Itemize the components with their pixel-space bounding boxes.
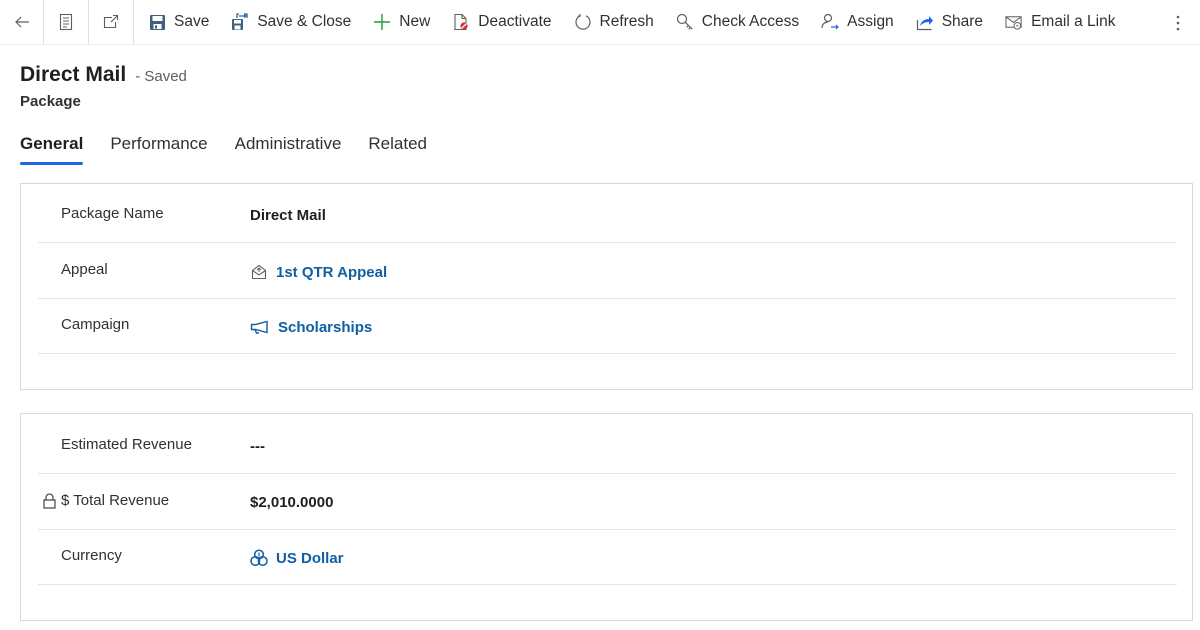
field-campaign: Campaign Scholarships [38, 298, 1177, 354]
back-button[interactable] [0, 0, 44, 45]
appeal-envelope-icon [251, 264, 267, 280]
form-tabs: General Performance Administrative Relat… [20, 134, 454, 165]
campaign-lookup[interactable]: Scholarships [250, 318, 372, 336]
email-a-link-label: Email a Link [1031, 13, 1116, 30]
currency-icon [250, 549, 268, 567]
deactivate-icon [454, 13, 468, 31]
campaign-megaphone-icon [250, 320, 268, 334]
tab-performance[interactable]: Performance [110, 134, 207, 164]
estimated-revenue-input[interactable]: --- [250, 438, 265, 455]
check-access-label: Check Access [701, 13, 800, 30]
email-link-icon [1005, 16, 1022, 30]
refresh-label: Refresh [599, 13, 654, 30]
currency-lookup[interactable]: US Dollar [250, 549, 344, 567]
field-estimated-revenue: Estimated Revenue --- [38, 418, 1177, 474]
save-and-close-label: Save & Close [257, 13, 352, 30]
more-commands-button[interactable] [1166, 0, 1190, 45]
tab-related[interactable]: Related [368, 134, 427, 164]
field-label: Campaign [61, 316, 130, 333]
field-label: Package Name [61, 205, 164, 222]
field-label: Appeal [61, 261, 108, 278]
total-revenue-label: $ Total Revenue [61, 492, 170, 509]
total-revenue-value: $2,010.0000 [250, 494, 334, 511]
general-section: Package Name Direct Mail Appeal 1st QTR … [20, 183, 1193, 390]
form-view-button[interactable] [44, 0, 89, 45]
key-icon [676, 13, 693, 30]
refresh-icon [574, 14, 591, 30]
assign-icon [821, 13, 840, 30]
email-a-link-button[interactable]: Email a Link [994, 0, 1126, 45]
campaign-link[interactable]: Scholarships [278, 319, 372, 336]
appeal-lookup[interactable]: 1st QTR Appeal [250, 263, 387, 281]
check-access-button[interactable]: Check Access [665, 0, 810, 45]
field-package-name: Package Name Direct Mail [38, 187, 1177, 243]
field-appeal: Appeal 1st QTR Appeal [38, 243, 1177, 299]
new-button[interactable]: New [362, 0, 441, 45]
open-in-new-window-icon [103, 14, 119, 29]
field-label: Estimated Revenue [61, 436, 192, 453]
share-button[interactable]: Share [905, 0, 994, 45]
tab-administrative[interactable]: Administrative [235, 134, 342, 164]
refresh-button[interactable]: Refresh [563, 0, 665, 45]
share-label: Share [941, 13, 984, 30]
back-arrow-icon [14, 16, 29, 28]
field-total-revenue: $ Total Revenue $2,010.0000 [38, 474, 1177, 530]
save-label: Save [174, 13, 210, 30]
command-bar: Save Save & Close New Deactivate Refresh… [0, 0, 1200, 45]
revenue-section: Estimated Revenue --- $ Total Revenue $2… [20, 413, 1193, 621]
more-vertical-icon [1176, 15, 1180, 30]
assign-button[interactable]: Assign [810, 0, 905, 45]
form-icon [59, 13, 73, 31]
appeal-link[interactable]: 1st QTR Appeal [276, 264, 387, 281]
deactivate-button[interactable]: Deactivate [441, 0, 562, 45]
field-label: Currency [61, 547, 122, 564]
record-title: Direct Mail [20, 63, 127, 86]
field-currency: Currency US Dollar [38, 529, 1177, 585]
save-icon [149, 14, 165, 30]
plus-icon [374, 14, 391, 30]
share-icon [916, 16, 933, 31]
record-header: Direct Mail - Saved [20, 63, 187, 87]
entity-name: Package [20, 93, 81, 110]
pop-out-button[interactable] [89, 0, 134, 45]
lock-icon [43, 492, 56, 509]
save-status: - Saved [135, 68, 187, 85]
save-and-close-icon [232, 13, 248, 30]
save-and-close-button[interactable]: Save & Close [220, 0, 362, 45]
currency-link[interactable]: US Dollar [276, 550, 344, 567]
deactivate-label: Deactivate [478, 13, 552, 30]
package-name-input[interactable]: Direct Mail [250, 207, 326, 224]
field-label: $ Total Revenue [43, 492, 169, 509]
assign-label: Assign [847, 13, 894, 30]
tab-general[interactable]: General [20, 134, 84, 165]
save-button[interactable]: Save [134, 0, 220, 45]
new-label: New [399, 13, 431, 30]
